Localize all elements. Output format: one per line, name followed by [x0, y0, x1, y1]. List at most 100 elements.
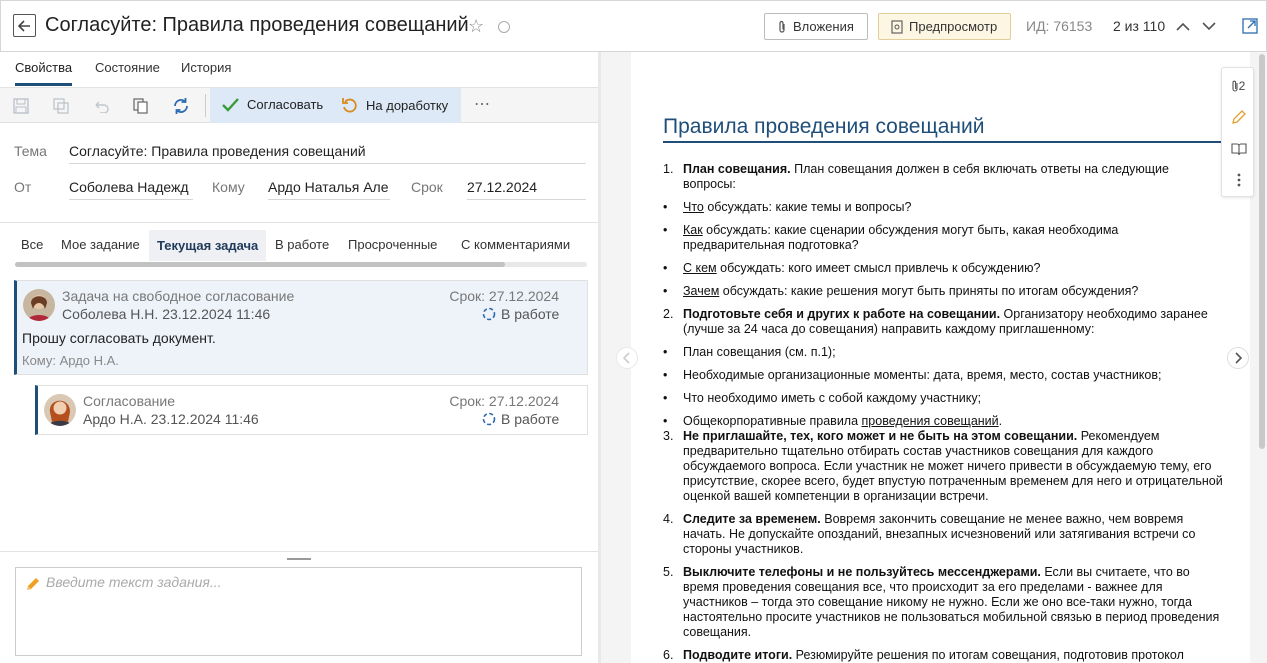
list-marker: • [663, 414, 668, 428]
task-due: Срок: 27.12.2024 [449, 393, 559, 409]
copy-icon[interactable] [131, 96, 151, 116]
item-heading: План совещания. [683, 162, 791, 176]
back-button[interactable] [13, 14, 36, 37]
item-link[interactable]: проведения совещаний [862, 414, 999, 428]
toolbar-separator [205, 94, 206, 117]
document-preview-panel: Правила проведения совещаний 1. План сове… [601, 52, 1267, 663]
filter-my-task[interactable]: Мое задание [61, 237, 140, 252]
item-heading: Следите за временем. [683, 512, 821, 526]
document-title: Правила проведения совещаний [663, 115, 985, 138]
task-text-input[interactable] [46, 574, 576, 649]
list-marker: 4. [663, 512, 674, 526]
list-marker: 6. [663, 648, 674, 662]
chevron-right-icon [1235, 352, 1242, 364]
pencil-icon[interactable] [1229, 107, 1249, 127]
due-field[interactable]: 27.12.2024 [467, 179, 586, 200]
filter-current-task[interactable]: Текущая задача [149, 230, 267, 261]
task-card[interactable]: Согласование Ардо Н.А. 23.12.2024 11:46 … [35, 385, 588, 435]
list-marker: 3. [663, 429, 674, 443]
tab-state[interactable]: Состояние [95, 60, 160, 83]
tab-history[interactable]: История [181, 60, 231, 83]
pencil-icon [27, 578, 39, 590]
attachments-label: Вложения [793, 19, 854, 34]
task-author-date: Ардо Н.А. 23.12.2024 11:46 [83, 411, 259, 427]
filter-all[interactable]: Все [21, 237, 43, 252]
preview-scrollbar[interactable] [1259, 54, 1265, 449]
status-badge: В работе [482, 411, 559, 427]
document-list-item: 2. Подготовьте себя и других к работе на … [663, 307, 1223, 337]
previous-page-button[interactable] [616, 347, 638, 369]
item-keyword: С кем [683, 261, 717, 275]
task-toolbar: Согласовать На доработку ⋯ [0, 88, 598, 123]
from-field[interactable]: Соболева Надежд [69, 179, 193, 200]
filter-with-comments[interactable]: С комментариями [461, 237, 570, 252]
task-author-date: Соболева Н.Н. 23.12.2024 11:46 [62, 306, 271, 322]
window-header: Согласуйте: Правила проведения совещаний… [0, 0, 1267, 52]
item-heading: Выключите телефоны и не пользуйтесь месс… [683, 565, 1041, 579]
more-vertical-icon[interactable] [1229, 170, 1249, 190]
previous-record-button[interactable] [1174, 15, 1192, 37]
rework-button[interactable]: На доработку [342, 97, 448, 113]
next-page-button[interactable] [1227, 347, 1249, 369]
item-text: обсуждать: какие сценарии обсуждения мог… [683, 223, 1119, 252]
avatar [44, 394, 76, 426]
chevron-down-icon [1202, 21, 1216, 30]
filters-scrollbar[interactable] [15, 262, 587, 267]
list-marker: • [663, 223, 668, 237]
more-actions-button[interactable]: ⋯ [474, 94, 491, 114]
avatar [23, 289, 55, 321]
save-copy-icon[interactable] [51, 96, 71, 116]
list-marker: • [663, 200, 668, 214]
preview-side-toolbar: 2 [1221, 67, 1254, 197]
title-underline [663, 141, 1250, 143]
book-icon[interactable] [1229, 139, 1249, 159]
document-list-item: • С кем обсуждать: кого имеет смысл привл… [663, 261, 1223, 276]
task-title: Согласование [83, 393, 175, 409]
document-list-item: 1. План совещания. План совещания должен … [663, 162, 1223, 192]
status-badge: В работе [482, 306, 559, 322]
task-recipient: Кому: Ардо Н.А. [22, 353, 119, 368]
undo-icon[interactable] [91, 96, 111, 116]
chevron-up-icon [1176, 22, 1190, 31]
item-text: Общекорпоративные правила [683, 414, 862, 428]
item-heading: Подготовьте себя и других к работе на со… [683, 307, 1001, 321]
attachments-button[interactable]: Вложения [764, 13, 868, 40]
task-card[interactable]: Задача на свободное согласование Соболев… [14, 280, 588, 375]
task-properties-panel: Свойства Состояние История Согласовать Н… [0, 52, 598, 663]
list-marker: • [663, 391, 668, 405]
list-marker: 2. [663, 307, 674, 321]
save-icon[interactable] [11, 96, 31, 116]
star-icon[interactable]: ☆ [468, 16, 484, 37]
document-preview-icon [891, 19, 903, 34]
document-list-item: • Необходимые организационные моменты: да… [663, 368, 1223, 383]
approve-button[interactable]: Согласовать [222, 97, 323, 112]
item-text: обсуждать: какие решения могут быть прин… [719, 284, 1139, 298]
item-text: обсуждать: кого имеет смысл привлечь к о… [716, 261, 1041, 275]
status-circle-icon[interactable] [498, 21, 510, 33]
document-body: 1. План совещания. План совещания должен … [663, 162, 1223, 663]
filter-in-progress[interactable]: В работе [275, 237, 329, 252]
tab-properties[interactable]: Свойства [15, 60, 73, 86]
item-text: План совещания (см. п.1); [683, 345, 836, 359]
refresh-icon[interactable] [171, 96, 191, 116]
next-record-button[interactable] [1200, 15, 1218, 37]
attachments-count-button[interactable]: 2 [1227, 76, 1249, 96]
filters-scrollbar-thumb[interactable] [15, 262, 505, 267]
document-list-item: • Что обсуждать: какие темы и вопросы? [663, 200, 1223, 215]
subject-field[interactable]: Согласуйте: Правила проведения совещаний [69, 143, 586, 164]
preview-button[interactable]: Предпросмотр [878, 13, 1011, 40]
open-external-icon[interactable] [1241, 17, 1259, 35]
document-list-item: • Что необходимо иметь с собой каждому уч… [663, 391, 1223, 406]
task-comment-box[interactable] [15, 567, 582, 656]
document-list-item: 3. Не приглашайте, тех, кого может и не б… [663, 429, 1223, 504]
panel-splitter [0, 551, 598, 552]
item-text-tail: . [998, 414, 1003, 428]
status-label: В работе [501, 306, 560, 322]
in-progress-icon [482, 307, 496, 321]
rework-arrow-icon [342, 98, 357, 113]
resize-handle[interactable] [287, 558, 311, 560]
to-field[interactable]: Ардо Наталья Але [268, 179, 390, 200]
list-marker: • [663, 261, 668, 275]
filter-overdue[interactable]: Просроченные [348, 237, 437, 252]
item-heading: Подводите итоги. [683, 648, 793, 662]
